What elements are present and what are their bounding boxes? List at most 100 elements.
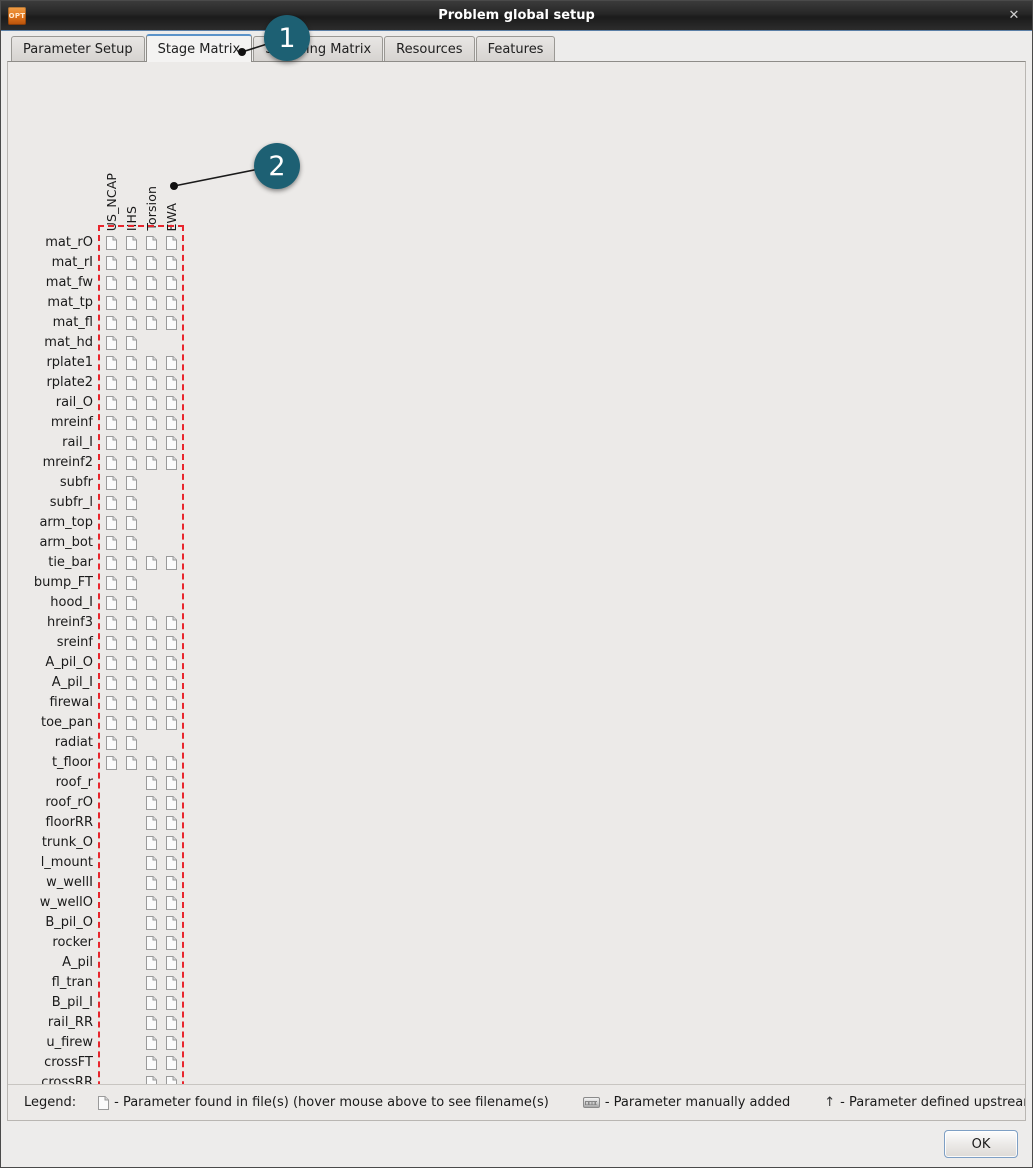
cell-document-icon[interactable] (146, 416, 157, 430)
tab-resources[interactable]: Resources (384, 36, 475, 61)
cell-document-icon[interactable] (106, 696, 117, 710)
cell-document-icon[interactable] (166, 856, 177, 870)
cell-document-icon[interactable] (106, 476, 117, 490)
cell-document-icon[interactable] (106, 536, 117, 550)
cell-document-icon[interactable] (166, 396, 177, 410)
cell-document-icon[interactable] (166, 776, 177, 790)
cell-document-icon[interactable] (166, 836, 177, 850)
cell-document-icon[interactable] (166, 1036, 177, 1050)
cell-document-icon[interactable] (106, 516, 117, 530)
cell-document-icon[interactable] (146, 896, 157, 910)
cell-document-icon[interactable] (106, 596, 117, 610)
cell-document-icon[interactable] (166, 296, 177, 310)
cell-document-icon[interactable] (146, 716, 157, 730)
cell-document-icon[interactable] (146, 996, 157, 1010)
cell-document-icon[interactable] (106, 336, 117, 350)
cell-document-icon[interactable] (146, 776, 157, 790)
cell-document-icon[interactable] (146, 656, 157, 670)
cell-document-icon[interactable] (126, 536, 137, 550)
cell-document-icon[interactable] (126, 276, 137, 290)
cell-document-icon[interactable] (126, 356, 137, 370)
cell-document-icon[interactable] (166, 656, 177, 670)
cell-document-icon[interactable] (146, 696, 157, 710)
cell-document-icon[interactable] (106, 616, 117, 630)
cell-document-icon[interactable] (166, 696, 177, 710)
cell-document-icon[interactable] (126, 556, 137, 570)
cell-document-icon[interactable] (166, 616, 177, 630)
cell-document-icon[interactable] (146, 876, 157, 890)
cell-document-icon[interactable] (126, 396, 137, 410)
cell-document-icon[interactable] (146, 956, 157, 970)
tab-features[interactable]: Features (475, 36, 556, 61)
cell-document-icon[interactable] (106, 256, 117, 270)
cell-document-icon[interactable] (126, 336, 137, 350)
cell-document-icon[interactable] (126, 736, 137, 750)
cell-document-icon[interactable] (106, 576, 117, 590)
cell-document-icon[interactable] (146, 676, 157, 690)
cell-document-icon[interactable] (166, 376, 177, 390)
cell-document-icon[interactable] (166, 716, 177, 730)
cell-document-icon[interactable] (166, 916, 177, 930)
cell-document-icon[interactable] (166, 456, 177, 470)
cell-document-icon[interactable] (166, 636, 177, 650)
cell-document-icon[interactable] (106, 496, 117, 510)
cell-document-icon[interactable] (146, 616, 157, 630)
tab-parameter-setup[interactable]: Parameter Setup (11, 36, 145, 61)
cell-document-icon[interactable] (106, 736, 117, 750)
cell-document-icon[interactable] (126, 696, 137, 710)
cell-document-icon[interactable] (166, 316, 177, 330)
cell-document-icon[interactable] (166, 356, 177, 370)
cell-document-icon[interactable] (146, 296, 157, 310)
cell-document-icon[interactable] (146, 436, 157, 450)
cell-document-icon[interactable] (146, 396, 157, 410)
cell-document-icon[interactable] (126, 376, 137, 390)
cell-document-icon[interactable] (146, 936, 157, 950)
cell-document-icon[interactable] (146, 816, 157, 830)
cell-document-icon[interactable] (146, 1056, 157, 1070)
cell-document-icon[interactable] (166, 276, 177, 290)
cell-document-icon[interactable] (166, 416, 177, 430)
close-icon[interactable]: ✕ (1006, 8, 1022, 24)
cell-document-icon[interactable] (106, 396, 117, 410)
cell-document-icon[interactable] (106, 636, 117, 650)
cell-document-icon[interactable] (126, 256, 137, 270)
tab-stage-matrix[interactable]: Stage Matrix (145, 34, 253, 62)
cell-document-icon[interactable] (106, 416, 117, 430)
cell-document-icon[interactable] (126, 616, 137, 630)
cell-document-icon[interactable] (166, 236, 177, 250)
cell-document-icon[interactable] (166, 876, 177, 890)
cell-document-icon[interactable] (146, 976, 157, 990)
cell-document-icon[interactable] (126, 316, 137, 330)
cell-document-icon[interactable] (166, 1056, 177, 1070)
cell-document-icon[interactable] (126, 596, 137, 610)
cell-document-icon[interactable] (126, 416, 137, 430)
cell-document-icon[interactable] (146, 356, 157, 370)
cell-document-icon[interactable] (166, 936, 177, 950)
cell-document-icon[interactable] (166, 556, 177, 570)
cell-document-icon[interactable] (106, 656, 117, 670)
cell-document-icon[interactable] (126, 496, 137, 510)
cell-document-icon[interactable] (106, 356, 117, 370)
cell-document-icon[interactable] (126, 716, 137, 730)
cell-document-icon[interactable] (146, 456, 157, 470)
cell-document-icon[interactable] (146, 836, 157, 850)
cell-document-icon[interactable] (146, 636, 157, 650)
cell-document-icon[interactable] (166, 896, 177, 910)
cell-document-icon[interactable] (106, 236, 117, 250)
cell-document-icon[interactable] (166, 956, 177, 970)
cell-document-icon[interactable] (126, 656, 137, 670)
cell-document-icon[interactable] (106, 756, 117, 770)
cell-document-icon[interactable] (106, 376, 117, 390)
cell-document-icon[interactable] (146, 796, 157, 810)
cell-document-icon[interactable] (166, 256, 177, 270)
cell-document-icon[interactable] (166, 976, 177, 990)
ok-button[interactable]: OK (944, 1130, 1018, 1158)
cell-document-icon[interactable] (166, 1016, 177, 1030)
cell-document-icon[interactable] (166, 796, 177, 810)
cell-document-icon[interactable] (146, 756, 157, 770)
cell-document-icon[interactable] (146, 236, 157, 250)
cell-document-icon[interactable] (126, 296, 137, 310)
cell-document-icon[interactable] (106, 556, 117, 570)
cell-document-icon[interactable] (166, 996, 177, 1010)
cell-document-icon[interactable] (146, 1036, 157, 1050)
